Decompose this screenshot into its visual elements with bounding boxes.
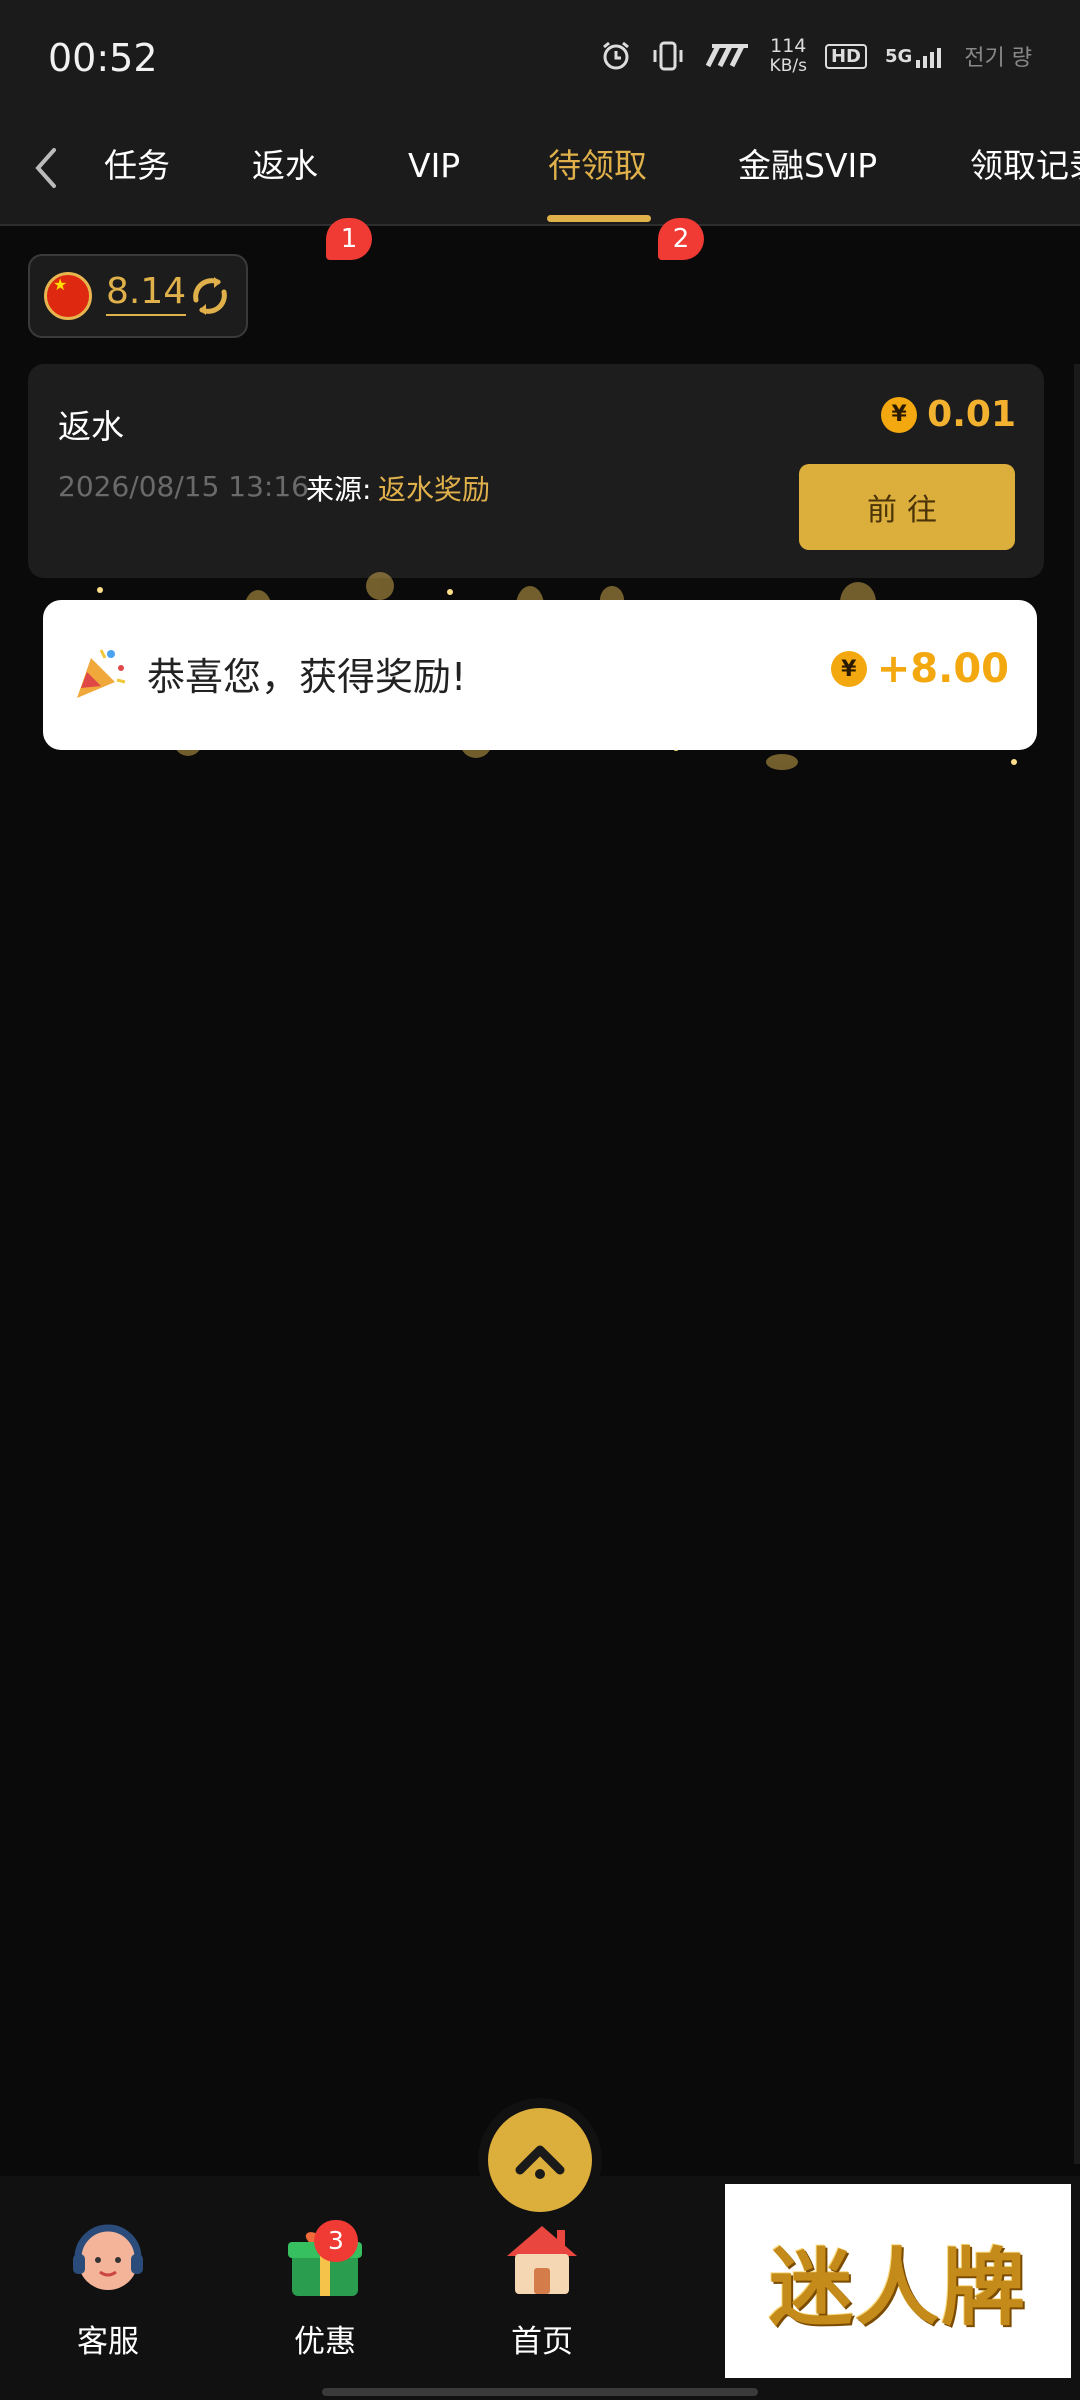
chevron-left-icon <box>35 148 56 188</box>
tab-bar: 任务 返水 1 VIP 待领取 2 金融SVIP 领取记录 <box>0 112 1080 260</box>
tab-claim-history[interactable]: 领取记录 <box>970 136 1080 196</box>
status-time: 00:52 <box>48 36 158 80</box>
nav-label: 优惠 <box>294 2324 356 2360</box>
customer-service-icon <box>65 2216 151 2302</box>
signal-icon: 5G <box>885 44 946 68</box>
ad-logo-text: 迷人牌 <box>768 2237 1027 2337</box>
home-indicator[interactable] <box>322 2388 758 2396</box>
reward-source-label: 来源: <box>306 473 372 506</box>
network-speed-unit: KB/s <box>769 56 807 76</box>
home-icon <box>499 2216 585 2302</box>
status-bar: 00:52 114 KB/s HD 5G 전기 량 <box>0 0 1080 112</box>
toast-message: 恭喜您，获得奖励! <box>147 655 467 699</box>
ad-banner[interactable]: 迷人牌 <box>725 2184 1071 2378</box>
tab-label: VIP <box>408 146 461 185</box>
reward-source-value: 返水奖励 <box>378 473 491 506</box>
nav-label: 首页 <box>511 2324 573 2360</box>
tab-rebate[interactable]: 返水 <box>252 136 318 196</box>
network-speed-value: 114 <box>770 35 807 57</box>
reward-toast: 恭喜您，获得奖励! ¥ +8.00 <box>43 600 1037 750</box>
promotions-badge: 3 <box>314 2220 358 2262</box>
status-icons: 114 KB/s HD 5G 전기 량 <box>600 36 1032 76</box>
tab-tasks[interactable]: 任务 <box>100 136 170 196</box>
alarm-icon <box>600 40 632 72</box>
balance-pill: ★ 8.14 <box>28 254 248 338</box>
hd-badge: HD <box>824 43 867 69</box>
tab-finance-svip[interactable]: 金融SVIP <box>738 136 877 196</box>
coin-icon: ¥ <box>881 396 918 433</box>
nfc-icon <box>704 42 752 70</box>
tab-label: 任务 <box>104 146 170 185</box>
network-type: 5G <box>884 45 913 67</box>
vibrate-icon <box>650 40 686 72</box>
nav-label: 客服 <box>77 2324 139 2360</box>
toast-amount: ¥ +8.00 <box>830 646 1009 692</box>
active-tab-indicator <box>547 215 651 222</box>
tab-label: 领取记录 <box>970 146 1080 185</box>
tab-pending[interactable]: 待领取 <box>548 136 647 196</box>
tab-label: 金融SVIP <box>738 146 878 185</box>
nav-customer-service[interactable]: 客服 <box>38 2216 178 2361</box>
go-button[interactable]: 前往 <box>799 464 1015 550</box>
party-popper-icon <box>71 644 129 702</box>
coin-icon: ¥ <box>830 651 867 687</box>
tab-vip[interactable]: VIP <box>408 136 460 196</box>
tab-label: 待领取 <box>548 146 647 185</box>
carrier-label: 전기 량 <box>964 46 1032 71</box>
balance-value: 8.14 <box>106 270 187 316</box>
reward-title: 返水 <box>58 407 124 446</box>
back-button[interactable] <box>28 140 68 196</box>
scrollbar-track[interactable] <box>1074 364 1080 2164</box>
reward-date: 2026/08/15 13:16 <box>58 470 309 503</box>
tab-rebate-badge: 1 <box>326 218 372 260</box>
reward-amount: ¥ 0.01 <box>881 394 1016 435</box>
tab-label: 返水 <box>252 146 318 185</box>
reward-amount-value: 0.01 <box>927 394 1016 435</box>
reward-card: 返水 ¥ 0.01 2026/08/15 13:16 来源: 返水奖励 前往 <box>28 364 1044 578</box>
china-flag-icon: ★ <box>44 272 92 320</box>
refresh-icon[interactable] <box>188 274 232 318</box>
scroll-top-button[interactable] <box>488 2108 592 2212</box>
nav-home[interactable]: 首页 <box>472 2216 612 2361</box>
toast-amount-value: +8.00 <box>876 646 1009 692</box>
chevron-up-icon <box>515 2145 565 2179</box>
tab-pending-badge: 2 <box>658 218 704 260</box>
network-speed: 114 KB/s <box>770 36 807 76</box>
